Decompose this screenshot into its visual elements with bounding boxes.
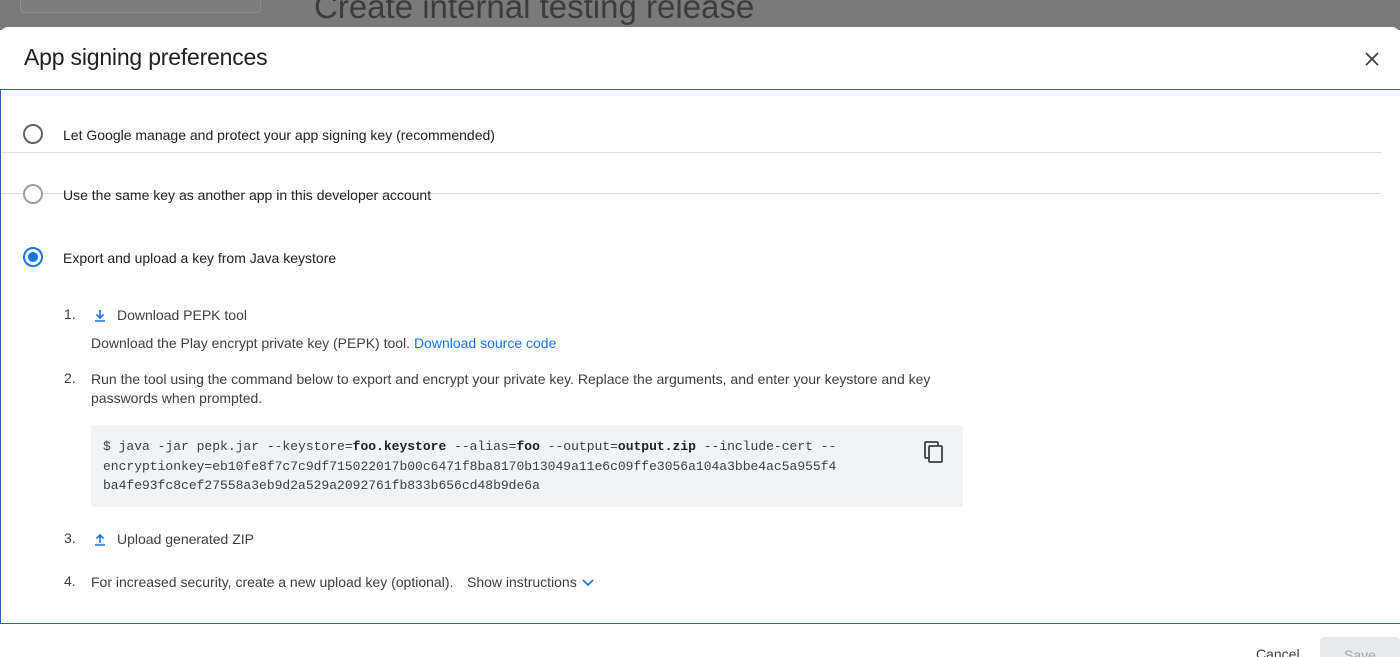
cancel-button[interactable]: Cancel [1256,646,1300,657]
show-instructions-label: Show instructions [467,574,577,590]
show-instructions-link[interactable]: Show instructions [467,573,595,592]
app-signing-dialog: App signing preferences Let Google manag… [0,27,1400,657]
upload-zip-link[interactable]: Upload generated ZIP [117,530,254,549]
command-box: $ java -jar pepk.jar --keystore=foo.keys… [91,425,963,507]
upload-icon [92,532,108,548]
option-export-keystore[interactable]: Export and upload a key from Java keysto… [1,195,1381,267]
step-number: 2. [64,370,76,386]
save-button[interactable]: Save [1320,637,1400,657]
download-pepk-link[interactable]: Download PEPK tool [117,306,247,325]
command-text[interactable]: $ java -jar pepk.jar --keystore=foo.keys… [103,437,903,496]
step1-description-text: Download the Play encrypt private key (P… [91,335,411,351]
background-page-title: Create internal testing release [314,0,755,25]
dialog-title: App signing preferences [24,44,268,70]
download-icon [92,308,108,324]
download-source-link[interactable]: Download source code [414,335,556,351]
step-number: 4. [64,573,76,589]
radio-export-keystore[interactable] [23,247,43,267]
close-icon[interactable] [1360,47,1384,71]
step-number: 3. [64,530,76,546]
background-field [20,0,261,13]
chevron-down-icon [582,579,594,587]
step4-description: For increased security, create a new upl… [91,574,454,590]
step1-description: Download the Play encrypt private key (P… [91,334,556,353]
background-page: Create internal testing release [0,0,1400,30]
option-same-key[interactable]: Use the same key as another app in this … [1,132,1381,204]
step2-description: Run the tool using the command below to … [91,371,931,406]
dialog-content: Let Google manage and protect your app s… [0,89,1400,624]
step-number: 1. [64,306,76,322]
copy-icon[interactable] [923,440,945,464]
dialog-footer: Cancel Save [0,624,1400,657]
option-label: Export and upload a key from Java keysto… [63,250,337,266]
